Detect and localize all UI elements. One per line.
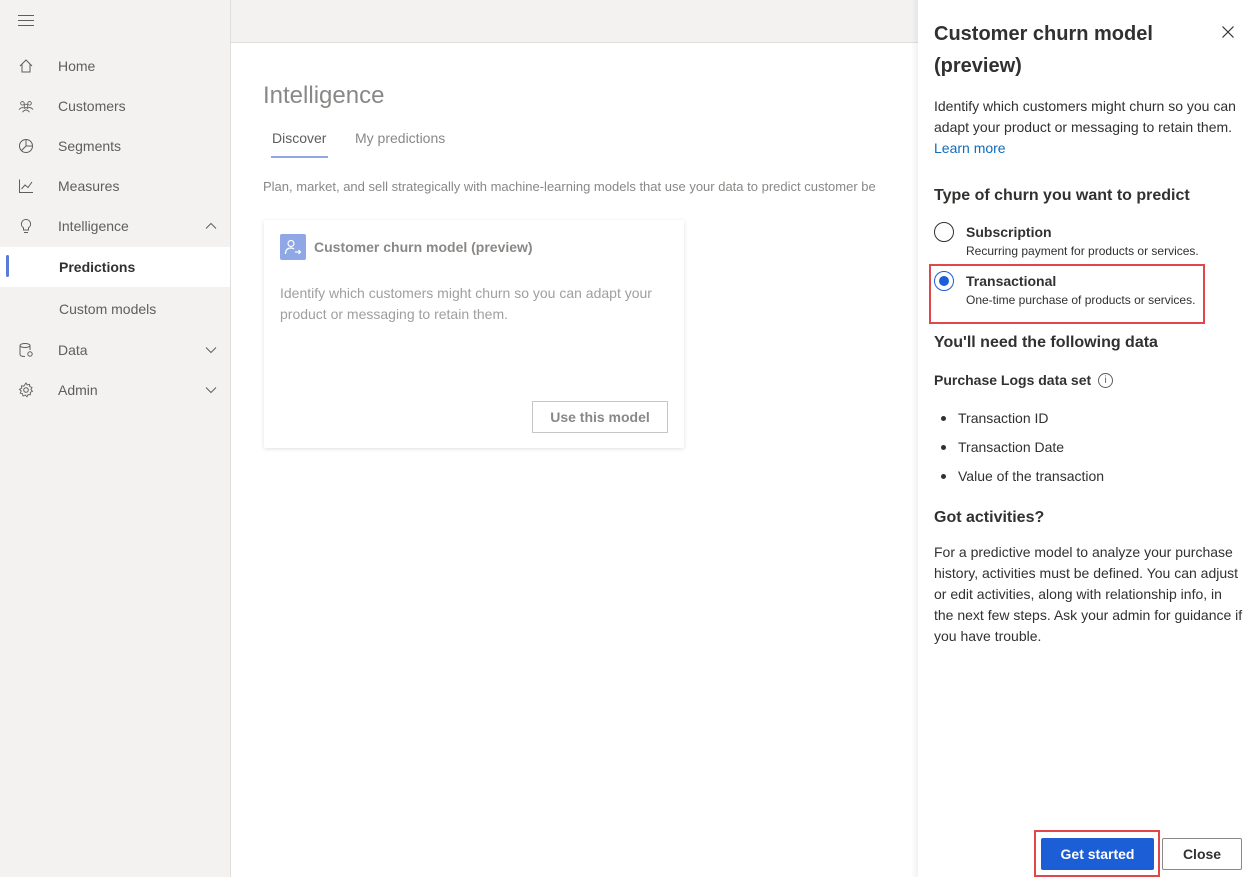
- hamburger-menu-icon[interactable]: [18, 15, 34, 27]
- sidebar-item-intelligence[interactable]: Intelligence: [0, 206, 230, 246]
- model-card: Customer churn model (preview) Identify …: [264, 220, 684, 448]
- lightbulb-icon: [18, 218, 34, 234]
- list-item: Value of the transaction: [934, 465, 1234, 494]
- sidebar-item-segments[interactable]: Segments: [0, 126, 230, 166]
- use-this-model-button[interactable]: Use this model: [532, 401, 668, 433]
- list-item: Transaction Date: [934, 436, 1234, 465]
- sidebar: Home Customers Segments Measures Intelli…: [0, 0, 231, 877]
- page-title: Intelligence: [263, 82, 385, 109]
- sidebar-item-label: Intelligence: [58, 218, 129, 234]
- sidebar-item-customers[interactable]: Customers: [0, 86, 230, 126]
- chevron-down-icon: [204, 343, 218, 357]
- chevron-up-icon: [204, 219, 218, 233]
- panel-description: Identify which customers might churn so …: [934, 96, 1244, 159]
- close-icon[interactable]: [1220, 24, 1236, 40]
- radio-label: Transactional: [966, 273, 1057, 289]
- sidebar-item-label: Customers: [58, 98, 126, 114]
- radio-button[interactable]: [934, 222, 954, 242]
- radio-description: Recurring payment for products or servic…: [966, 244, 1199, 258]
- tab-active-underline: [271, 156, 328, 158]
- required-data-heading: You'll need the following data: [934, 334, 1158, 351]
- tab-my-predictions[interactable]: My predictions: [355, 130, 445, 146]
- activities-heading: Got activities?: [934, 509, 1045, 526]
- required-fields-list: Transaction ID Transaction Date Value of…: [934, 407, 1234, 494]
- radio-description: One-time purchase of products or service…: [966, 293, 1196, 307]
- radio-label: Subscription: [966, 224, 1052, 240]
- active-indicator: [6, 255, 9, 277]
- sidebar-item-label: Custom models: [59, 301, 157, 317]
- side-panel: Customer churn model (preview) Identify …: [918, 0, 1254, 877]
- sidebar-item-admin[interactable]: Admin: [0, 370, 230, 410]
- churn-type-heading: Type of churn you want to predict: [934, 187, 1190, 204]
- sidebar-item-label: Measures: [58, 178, 120, 194]
- pie-chart-icon: [18, 138, 34, 154]
- person-arrow-icon: [280, 234, 306, 260]
- sidebar-item-data[interactable]: Data: [0, 330, 230, 370]
- radio-button-checked[interactable]: [934, 271, 954, 291]
- sidebar-item-home[interactable]: Home: [0, 46, 230, 86]
- database-icon: [18, 342, 34, 358]
- card-description: Identify which customers might churn so …: [280, 285, 652, 322]
- list-item: Transaction ID: [934, 407, 1234, 436]
- info-icon[interactable]: i: [1098, 372, 1114, 388]
- sidebar-item-custom-models[interactable]: Custom models: [0, 289, 230, 329]
- sidebar-item-predictions[interactable]: Predictions: [0, 247, 230, 287]
- page-description: Plan, market, and sell strategically wit…: [263, 179, 876, 194]
- chevron-down-icon: [204, 383, 218, 397]
- home-icon: [18, 58, 34, 74]
- close-button[interactable]: Close: [1162, 838, 1242, 870]
- dataset-label-text: Purchase Logs data set: [934, 372, 1092, 388]
- tab-discover[interactable]: Discover: [272, 130, 326, 146]
- panel-title: Customer churn model (preview): [934, 23, 1153, 77]
- sidebar-item-label: Segments: [58, 138, 122, 154]
- sidebar-item-label: Data: [58, 342, 88, 358]
- sidebar-item-label: Home: [58, 58, 96, 74]
- sidebar-item-label: Admin: [58, 382, 98, 398]
- card-title: Customer churn model (preview): [314, 239, 533, 255]
- dataset-label: Purchase Logs data set i: [934, 372, 1114, 388]
- line-chart-icon: [18, 178, 34, 194]
- activities-description: For a predictive model to analyze your p…: [934, 544, 1243, 644]
- learn-more-link[interactable]: Learn more: [934, 140, 1006, 156]
- sidebar-item-measures[interactable]: Measures: [0, 166, 230, 206]
- panel-description-text: Identify which customers might churn so …: [934, 98, 1236, 135]
- people-icon: [18, 98, 34, 114]
- gear-icon: [18, 382, 34, 398]
- get-started-button[interactable]: Get started: [1041, 838, 1154, 870]
- sidebar-item-label: Predictions: [59, 259, 136, 275]
